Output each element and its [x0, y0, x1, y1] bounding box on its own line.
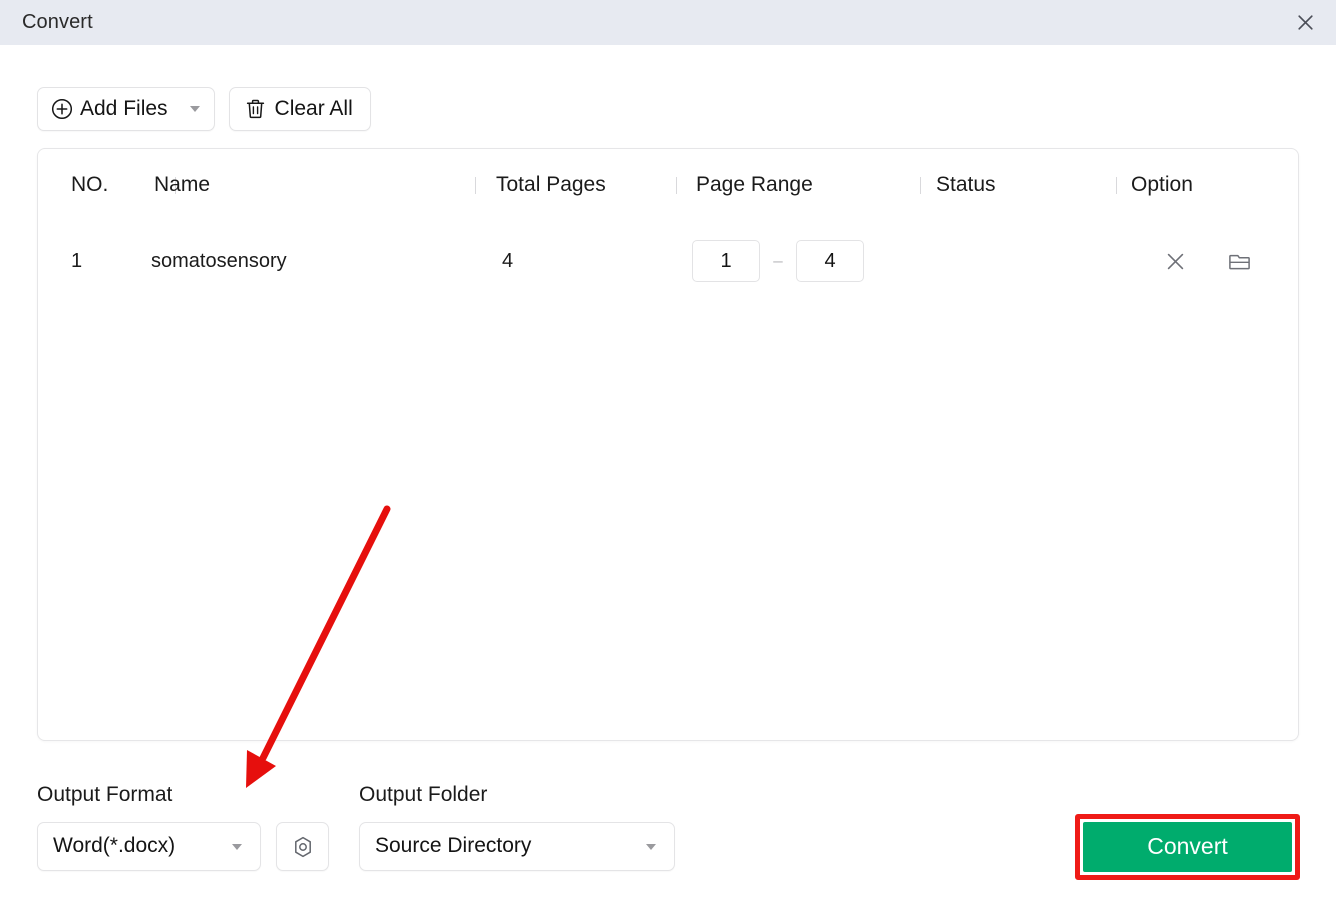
page-range-dash: – — [773, 251, 783, 270]
page-range-to-input[interactable]: 4 — [796, 240, 864, 282]
close-icon — [1297, 14, 1313, 30]
add-files-button[interactable]: Add Files — [37, 87, 215, 131]
output-folder-value: Source Directory — [375, 833, 532, 857]
chevron-down-icon — [189, 106, 200, 112]
trash-icon — [245, 98, 266, 120]
column-header-name[interactable]: Name — [154, 149, 210, 221]
file-list-table: NO. Name Total Pages Page Range Status O… — [37, 148, 1299, 741]
close-icon — [1167, 253, 1183, 269]
close-window-button[interactable] — [1288, 6, 1322, 38]
convert-button[interactable]: Convert — [1083, 822, 1292, 872]
column-divider — [475, 177, 476, 194]
clear-all-label: Clear All — [274, 96, 353, 120]
open-folder-button[interactable] — [1222, 244, 1256, 278]
output-folder-select[interactable]: Source Directory — [359, 822, 675, 871]
cell-name: somatosensory — [151, 249, 287, 272]
convert-button-highlight: Convert — [1075, 814, 1300, 880]
file-toolbar: Add Files Clear All — [37, 87, 371, 131]
window-title: Convert — [22, 11, 93, 33]
column-header-no[interactable]: NO. — [71, 149, 108, 221]
add-files-label: Add Files — [80, 96, 168, 120]
output-folder-label: Output Folder — [359, 783, 488, 806]
page-range-from-input[interactable]: 1 — [692, 240, 760, 282]
column-divider — [1116, 177, 1117, 194]
output-format-value: Word(*.docx) — [53, 833, 176, 857]
remove-file-button[interactable] — [1158, 244, 1192, 278]
chevron-down-icon — [232, 843, 260, 850]
column-header-status[interactable]: Status — [936, 149, 996, 221]
cell-page-range: 1 – 4 — [692, 221, 864, 301]
column-divider — [676, 177, 677, 194]
clear-all-button[interactable]: Clear All — [228, 87, 371, 131]
cell-option — [1158, 221, 1256, 301]
folder-icon — [1228, 254, 1250, 269]
output-format-label: Output Format — [37, 783, 173, 806]
plus-circle-icon — [51, 98, 73, 120]
output-format-settings-button[interactable] — [276, 822, 329, 871]
table-header-row: NO. Name Total Pages Page Range Status O… — [38, 149, 1298, 221]
column-header-page-range[interactable]: Page Range — [696, 149, 813, 221]
cell-total-pages: 4 — [502, 249, 514, 272]
chevron-down-icon — [646, 843, 674, 850]
column-divider — [920, 177, 921, 194]
add-files-dropdown-toggle[interactable] — [189, 106, 200, 112]
cell-no: 1 — [71, 249, 83, 272]
column-header-total-pages[interactable]: Total Pages — [496, 149, 606, 221]
hex-nut-settings-icon — [294, 836, 311, 857]
output-format-select[interactable]: Word(*.docx) — [37, 822, 261, 871]
table-row[interactable]: 1 somatosensory 4 1 – 4 — [38, 221, 1298, 301]
column-header-option[interactable]: Option — [1131, 149, 1193, 221]
window-titlebar: Convert — [0, 0, 1336, 45]
